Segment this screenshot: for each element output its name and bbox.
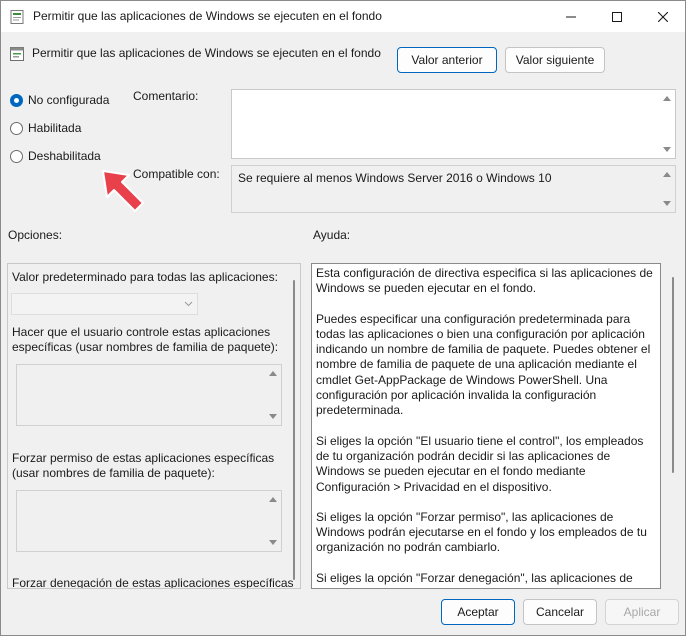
radio-enabled[interactable]: Habilitada <box>10 121 81 135</box>
radio-unchecked-icon <box>10 149 23 163</box>
help-paragraph: Si eliges la opción "El usuario tiene el… <box>316 433 644 494</box>
policy-title: Permitir que las aplicaciones de Windows… <box>32 46 381 60</box>
policy-setting-icon <box>10 47 24 61</box>
ok-button[interactable]: Aceptar <box>441 599 515 625</box>
scroll-up-icon[interactable] <box>269 497 277 502</box>
scroll-up-icon[interactable] <box>663 96 671 101</box>
close-icon <box>658 11 668 22</box>
help-paragraph: Si eliges la opción "Forzar permiso", la… <box>316 509 647 555</box>
force-deny-label: Forzar denegación de estas aplicaciones … <box>12 576 294 589</box>
comment-scrollbar[interactable] <box>659 90 675 158</box>
radio-checked-icon <box>10 93 23 107</box>
help-label: Ayuda: <box>313 228 351 242</box>
default-setting-dropdown[interactable] <box>11 293 198 315</box>
force-allow-label: Forzar permiso de estas aplicaciones esp… <box>12 451 275 481</box>
help-paragraph: Si eliges la opción "Forzar denegación",… <box>316 570 633 585</box>
comment-textarea[interactable] <box>231 89 676 159</box>
minimize-button[interactable] <box>548 1 594 32</box>
maximize-icon <box>612 11 622 22</box>
force-allow-list[interactable] <box>16 490 282 552</box>
comment-label: Comentario: <box>133 89 199 103</box>
apply-button: Aplicar <box>605 599 679 625</box>
scroll-down-icon[interactable] <box>663 147 671 152</box>
window-title: Permitir que las aplicaciones de Windows… <box>33 9 382 23</box>
options-scrollbar[interactable] <box>288 264 300 588</box>
help-scroll-thumb[interactable] <box>672 277 674 473</box>
radio-label: Deshabilitada <box>28 149 101 163</box>
radio-disabled[interactable]: Deshabilitada <box>10 149 101 163</box>
radio-unchecked-icon <box>10 121 23 135</box>
help-text: Esta configuración de directiva especifi… <box>316 266 658 588</box>
scroll-down-icon[interactable] <box>269 414 277 419</box>
help-panel: Esta configuración de directiva especifi… <box>311 263 661 589</box>
minimize-icon <box>566 16 576 17</box>
user-control-list[interactable] <box>16 364 282 426</box>
scroll-down-icon[interactable] <box>269 540 277 545</box>
options-panel: Valor predeterminado para todas las apli… <box>7 263 301 589</box>
policy-app-icon <box>10 10 24 24</box>
close-button[interactable] <box>640 1 686 32</box>
options-scroll-thumb[interactable] <box>293 280 295 580</box>
policy-dialog: Permitir que las aplicaciones de Windows… <box>0 0 686 636</box>
scroll-down-icon[interactable] <box>663 201 671 206</box>
options-label: Opciones: <box>8 228 63 242</box>
next-setting-button[interactable]: Valor siguiente <box>505 47 605 73</box>
maximize-button[interactable] <box>594 1 640 32</box>
compatible-field: Se requiere al menos Windows Server 2016… <box>231 165 676 213</box>
radio-label: No configurada <box>28 93 110 107</box>
user-control-label: Hacer que el usuario controle estas apli… <box>12 325 279 355</box>
chevron-down-icon <box>184 301 193 307</box>
compatible-scrollbar[interactable] <box>659 166 675 212</box>
default-setting-label: Valor predeterminado para todas las apli… <box>12 270 278 284</box>
compatible-value: Se requiere al menos Windows Server 2016… <box>238 171 552 185</box>
cancel-button[interactable]: Cancelar <box>523 599 597 625</box>
title-bar[interactable]: Permitir que las aplicaciones de Windows… <box>1 1 685 32</box>
scroll-up-icon[interactable] <box>663 172 671 177</box>
scroll-up-icon[interactable] <box>269 371 277 376</box>
help-scrollbar[interactable] <box>665 263 681 589</box>
previous-setting-button[interactable]: Valor anterior <box>397 47 497 73</box>
list-scrollbar[interactable] <box>265 365 281 425</box>
list-scrollbar[interactable] <box>265 491 281 551</box>
help-paragraph: Esta configuración de directiva especifi… <box>316 266 653 296</box>
radio-not-configured[interactable]: No configurada <box>10 93 109 107</box>
radio-label: Habilitada <box>28 121 82 135</box>
annotation-arrow-icon <box>102 170 144 212</box>
help-paragraph: Puedes especificar una configuración pre… <box>316 311 651 418</box>
